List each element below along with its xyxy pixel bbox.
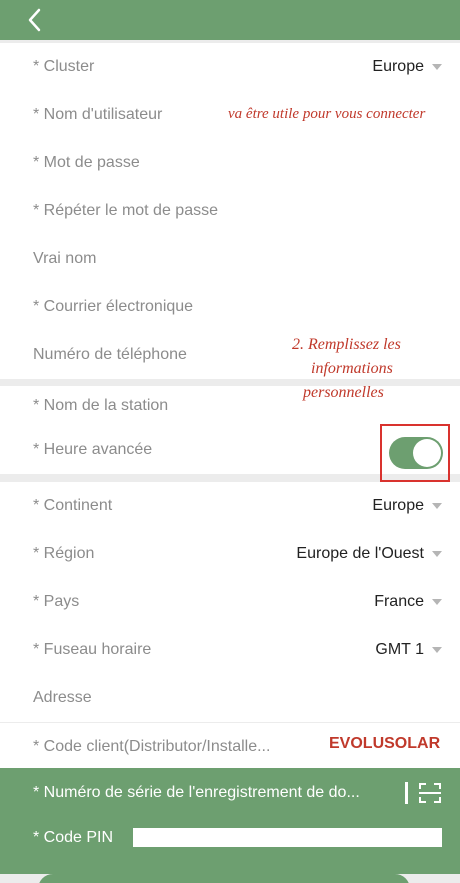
password-label: * Mot de passe [33,154,140,171]
country-label: * Pays [33,593,80,610]
pin-input[interactable] [133,828,442,847]
dst-toggle[interactable] [389,437,443,469]
cluster-label: * Cluster [33,58,95,75]
serial-label: * Numéro de série de l'enregistrement de… [33,784,360,801]
timezone-row[interactable]: * Fuseau horaire GMT 1 [0,626,460,674]
continent-select[interactable]: Europe [372,497,442,515]
top-bar [0,0,460,40]
email-label: * Courrier électronique [33,298,194,315]
step-note-line2: informations [311,360,393,377]
client-code-value: EVOLUSOLAR [329,735,441,752]
back-chevron-left-icon[interactable] [22,6,48,34]
region-row[interactable]: * Région Europe de l'Ouest [0,530,460,578]
real-name-row[interactable]: Vrai nom [0,235,460,283]
cluster-row[interactable]: * Cluster Europe [0,43,460,91]
region-value: Europe de l'Ouest [296,545,424,562]
caret-down-icon [432,599,442,605]
step-note-line3: personnelles [303,384,384,401]
scan-icon[interactable] [418,782,442,804]
station-name-row[interactable]: * Nom de la station [0,386,460,426]
caret-down-icon [432,503,442,509]
timezone-label: * Fuseau horaire [33,641,152,658]
real-name-label: Vrai nom [33,250,97,267]
caret-down-icon [432,551,442,557]
email-row[interactable]: * Courrier électronique [0,283,460,331]
region-label: * Région [33,545,95,562]
serial-row[interactable]: * Numéro de série de l'enregistrement de… [0,768,460,818]
username-hint-annotation: va être utile pour vous connecter [228,106,426,122]
text-cursor [405,782,408,804]
cluster-value: Europe [372,58,424,75]
caret-down-icon [432,64,442,70]
continent-value: Europe [372,497,424,514]
country-select[interactable]: France [374,593,442,611]
timezone-select[interactable]: GMT 1 [375,641,442,659]
address-label: Adresse [33,689,92,706]
timezone-value: GMT 1 [375,641,424,658]
password-row[interactable]: * Mot de passe [0,139,460,187]
country-row[interactable]: * Pays France [0,578,460,626]
continent-row[interactable]: * Continent Europe [0,482,460,530]
country-value: France [374,593,424,610]
region-select[interactable]: Europe de l'Ouest [296,545,442,563]
repeat-password-row[interactable]: * Répéter le mot de passe [0,187,460,235]
address-row[interactable]: Adresse [0,674,460,722]
toggle-knob [413,439,441,467]
continent-label: * Continent [33,497,113,514]
submit-button[interactable] [38,874,410,883]
client-code-label: * Code client(Distributor/Installe... [33,738,271,755]
cluster-select[interactable]: Europe [372,58,442,76]
repeat-password-label: * Répéter le mot de passe [33,202,218,219]
caret-down-icon [432,647,442,653]
pin-label: * Code PIN [33,829,114,846]
step-note-line1: 2. Remplissez les [292,336,401,353]
